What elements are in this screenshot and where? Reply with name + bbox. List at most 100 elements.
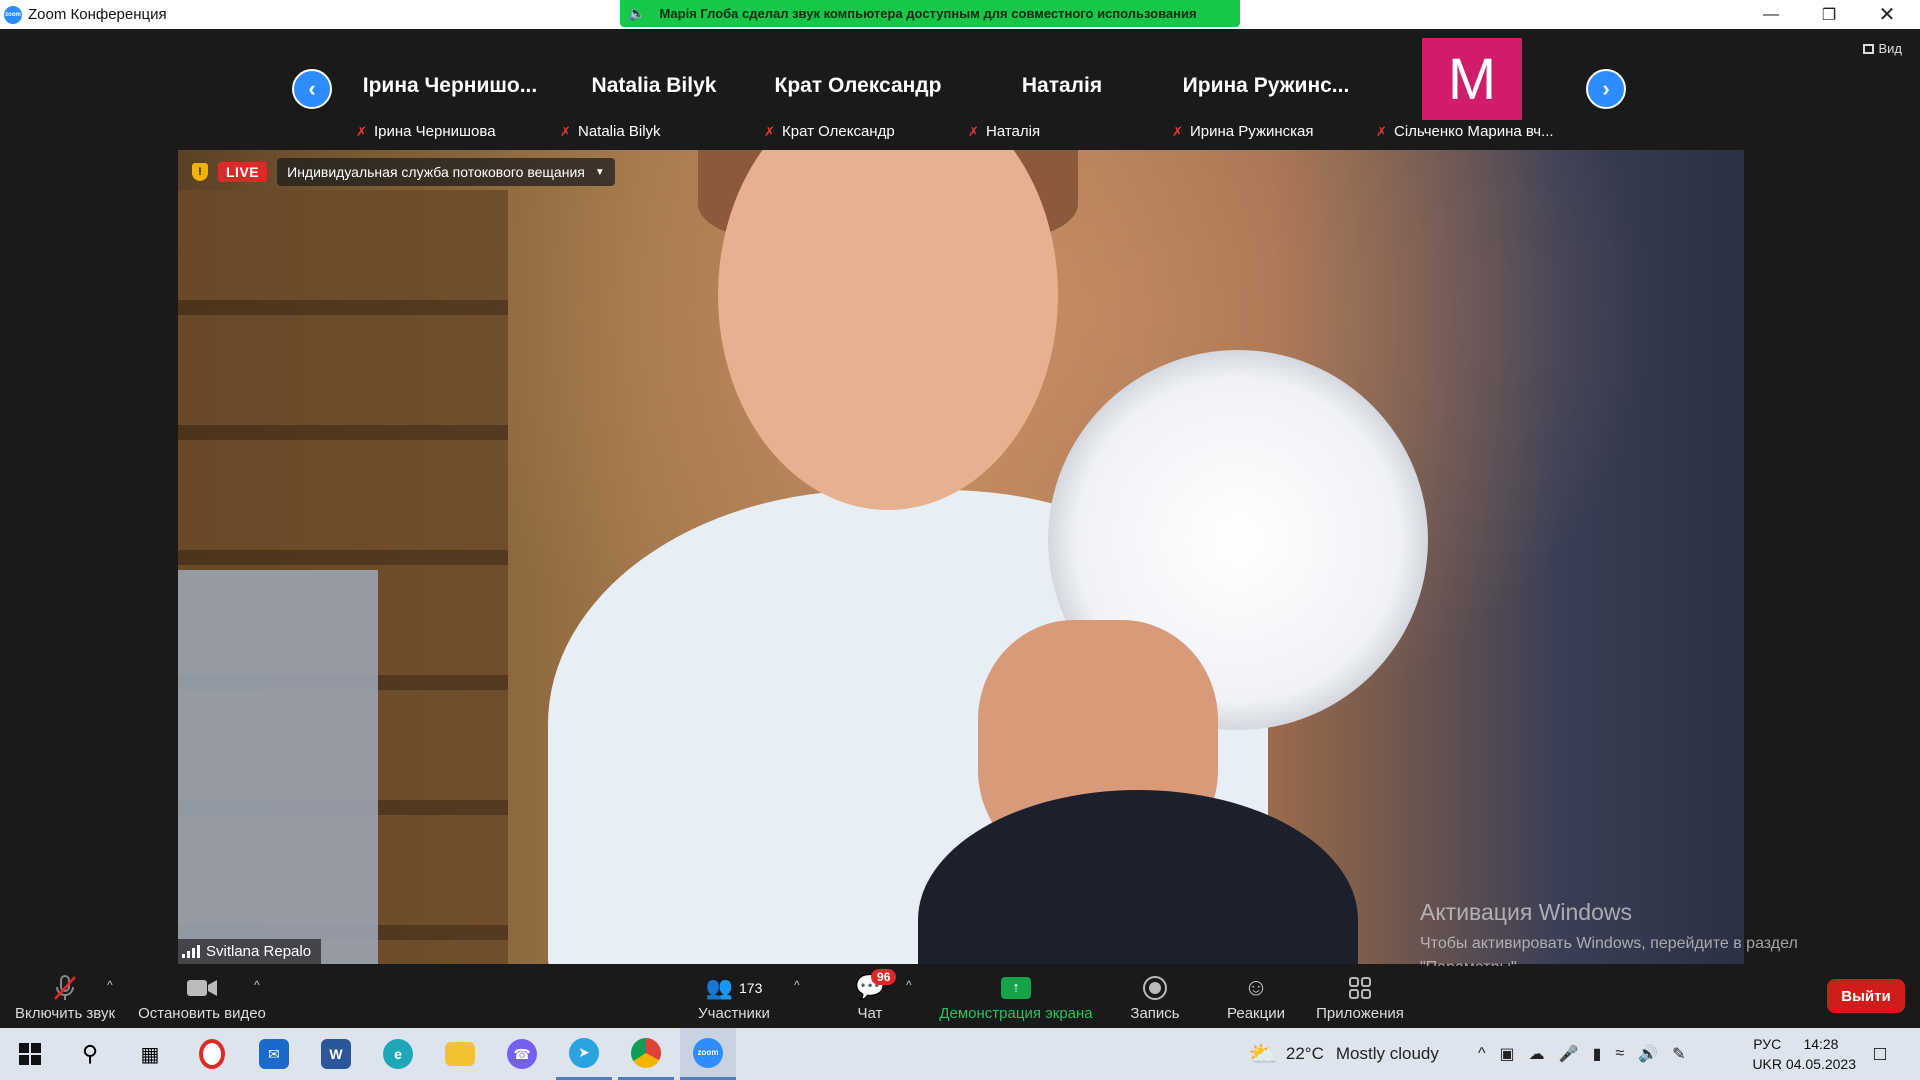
- microphone-icon[interactable]: 🎤: [1559, 1044, 1579, 1064]
- speaker-name: Svitlana Repalo: [206, 943, 312, 960]
- language-indicator[interactable]: РУС UKR: [1752, 1034, 1782, 1074]
- avatar: M: [1422, 38, 1522, 120]
- participants-caret-icon[interactable]: ^: [794, 978, 800, 992]
- live-stream-bar: ! LIVE Индивидуальная служба потокового …: [178, 150, 615, 194]
- clock-date: 04.05.2023: [1785, 1056, 1856, 1072]
- participants-button[interactable]: 👥 173 Участники: [686, 966, 782, 1028]
- mic-muted-icon: ✗: [764, 124, 775, 139]
- windows-icon: [19, 1043, 41, 1065]
- audio-options-caret-icon[interactable]: ^: [107, 978, 113, 992]
- clock[interactable]: 14:28 04.05.2023: [1786, 1034, 1856, 1074]
- language-top: РУС: [1753, 1036, 1782, 1052]
- stream-service-label: Индивидуальная служба потокового вещания: [287, 164, 585, 180]
- weather-temp: 22°C: [1285, 1044, 1324, 1063]
- zoom-logo-icon: zoom: [4, 5, 22, 24]
- mic-off-icon: [52, 973, 78, 1003]
- speaker-icon: 🔈: [628, 5, 646, 21]
- weather-text: Mostly cloudy: [1335, 1044, 1439, 1063]
- chat-label: Чат: [857, 1004, 883, 1022]
- onedrive-icon[interactable]: ☁: [1529, 1044, 1545, 1064]
- chat-caret-icon[interactable]: ^: [906, 978, 912, 992]
- zoom-icon: zoom: [693, 1037, 723, 1068]
- apps-label: Приложения: [1316, 1004, 1404, 1022]
- meeting-toolbar: Включить звук ^ Остановить видео ^ 👥 173…: [0, 966, 1920, 1028]
- reactions-button[interactable]: ☺ Реакции: [1216, 966, 1296, 1028]
- folder-icon: [445, 1042, 475, 1066]
- participant-name: Ирина Ружинская: [1190, 123, 1314, 140]
- participant-tile[interactable]: Крат Олександр ✗ Крат Олександр: [758, 38, 958, 148]
- active-speaker-video[interactable]: ! LIVE Индивидуальная служба потокового …: [178, 150, 1744, 964]
- speaker-name-tag: Svitlana Repalo: [178, 939, 322, 964]
- unmute-button[interactable]: Включить звук: [10, 966, 120, 1028]
- stop-video-label: Остановить видео: [138, 1004, 266, 1022]
- taskbar-opera[interactable]: [184, 1028, 240, 1080]
- participant-strip: ‹ Ірина Чернишо... ✗ Ірина Чернишова Nat…: [0, 38, 1920, 148]
- search-button[interactable]: ⚲: [62, 1028, 118, 1080]
- mic-muted-icon: ✗: [1376, 124, 1387, 139]
- participant-tile[interactable]: Natalia Bilyk ✗ Natalia Bilyk: [554, 38, 754, 148]
- unmute-label: Включить звук: [14, 1004, 116, 1022]
- record-icon: [1143, 975, 1167, 1000]
- stream-service-dropdown[interactable]: Индивидуальная служба потокового вещания…: [277, 158, 615, 186]
- meet-now-icon[interactable]: ▣: [1500, 1044, 1515, 1064]
- notice-text: Марія Глоба сделал звук компьютера досту…: [659, 6, 1197, 21]
- restore-button[interactable]: ❐: [1800, 0, 1858, 29]
- participants-icon: 👥: [705, 974, 734, 1000]
- mic-muted-icon: ✗: [356, 124, 367, 139]
- taskbar-word[interactable]: W: [308, 1028, 364, 1080]
- record-label: Запись: [1130, 1004, 1180, 1022]
- viber-icon: ☎: [507, 1039, 537, 1069]
- stop-video-button[interactable]: Остановить видео: [134, 966, 270, 1028]
- title-bar: zoom Zoom Конференция 🔈 Марія Глоба сдел…: [0, 0, 1920, 29]
- window-title: Zoom Конференция: [28, 6, 167, 23]
- audio-share-notice: 🔈 Марія Глоба сделал звук компьютера дос…: [620, 0, 1240, 27]
- chat-unread-badge: 96: [871, 968, 897, 985]
- battery-icon[interactable]: ▮: [1593, 1044, 1602, 1064]
- notifications-button[interactable]: □: [1852, 1028, 1908, 1080]
- edge-icon: e: [383, 1039, 413, 1069]
- mic-muted-icon: ✗: [560, 124, 571, 139]
- taskbar-zoom[interactable]: zoom: [680, 1028, 736, 1080]
- prev-page-button[interactable]: ‹: [292, 69, 332, 109]
- word-icon: W: [321, 1039, 351, 1069]
- participant-display-name: Natalia Bilyk: [591, 74, 717, 97]
- close-button[interactable]: ✕: [1858, 0, 1916, 29]
- chat-button[interactable]: 💬 96 Чат: [840, 966, 900, 1028]
- apps-button[interactable]: Приложения: [1310, 966, 1410, 1028]
- network-icon[interactable]: ≈: [1615, 1045, 1624, 1063]
- volume-icon[interactable]: 🔊: [1638, 1044, 1658, 1064]
- taskbar-telegram[interactable]: ➤: [556, 1028, 612, 1080]
- participant-tile[interactable]: Ирина Ружинс... ✗ Ирина Ружинская: [1166, 38, 1366, 148]
- taskbar-viber[interactable]: ☎: [494, 1028, 550, 1080]
- mic-muted-icon: ✗: [968, 124, 979, 139]
- taskbar-edge[interactable]: e: [370, 1028, 426, 1080]
- next-page-button[interactable]: ›: [1586, 69, 1626, 109]
- participant-tile[interactable]: M ✗ Сільченко Марина вч...: [1370, 38, 1570, 148]
- live-badge: LIVE: [218, 162, 268, 182]
- record-button[interactable]: Запись: [1120, 966, 1190, 1028]
- leave-button[interactable]: Выйти: [1827, 979, 1905, 1013]
- security-shield-icon[interactable]: !: [192, 163, 208, 181]
- taskbar-chrome[interactable]: [618, 1028, 674, 1080]
- participant-name: Сільченко Марина вч...: [1394, 123, 1554, 140]
- participant-name: Ірина Чернишова: [374, 123, 496, 140]
- taskbar-mail[interactable]: ✉: [246, 1028, 302, 1080]
- weather-widget[interactable]: ⛅ 22°C Mostly cloudy: [1248, 1028, 1439, 1080]
- participant-tile[interactable]: Наталія ✗ Наталія: [962, 38, 1162, 148]
- search-icon: ⚲: [81, 1041, 99, 1066]
- start-button[interactable]: [2, 1028, 58, 1080]
- participants-label: Участники: [698, 1004, 770, 1022]
- chevron-up-icon[interactable]: ^: [1478, 1045, 1486, 1063]
- share-screen-label: Демонстрация экрана: [939, 1004, 1093, 1022]
- participant-name: Natalia Bilyk: [578, 123, 661, 140]
- telegram-icon: ➤: [569, 1037, 599, 1068]
- share-screen-button[interactable]: ↑ Демонстрация экрана: [930, 966, 1102, 1028]
- task-view-button[interactable]: ▦: [122, 1028, 178, 1080]
- video-options-caret-icon[interactable]: ^: [254, 978, 260, 992]
- participant-name: Крат Олександр: [782, 123, 895, 140]
- windows-taskbar: ⚲ ▦ ✉ W e ☎ ➤ zoom ⛅ 22°C Mostly cloudy …: [0, 1028, 1920, 1080]
- taskbar-explorer[interactable]: [432, 1028, 488, 1080]
- minimize-button[interactable]: —: [1742, 0, 1800, 29]
- pen-icon[interactable]: ✎: [1672, 1044, 1685, 1064]
- participant-tile[interactable]: Ірина Чернишо... ✗ Ірина Чернишова: [350, 38, 550, 148]
